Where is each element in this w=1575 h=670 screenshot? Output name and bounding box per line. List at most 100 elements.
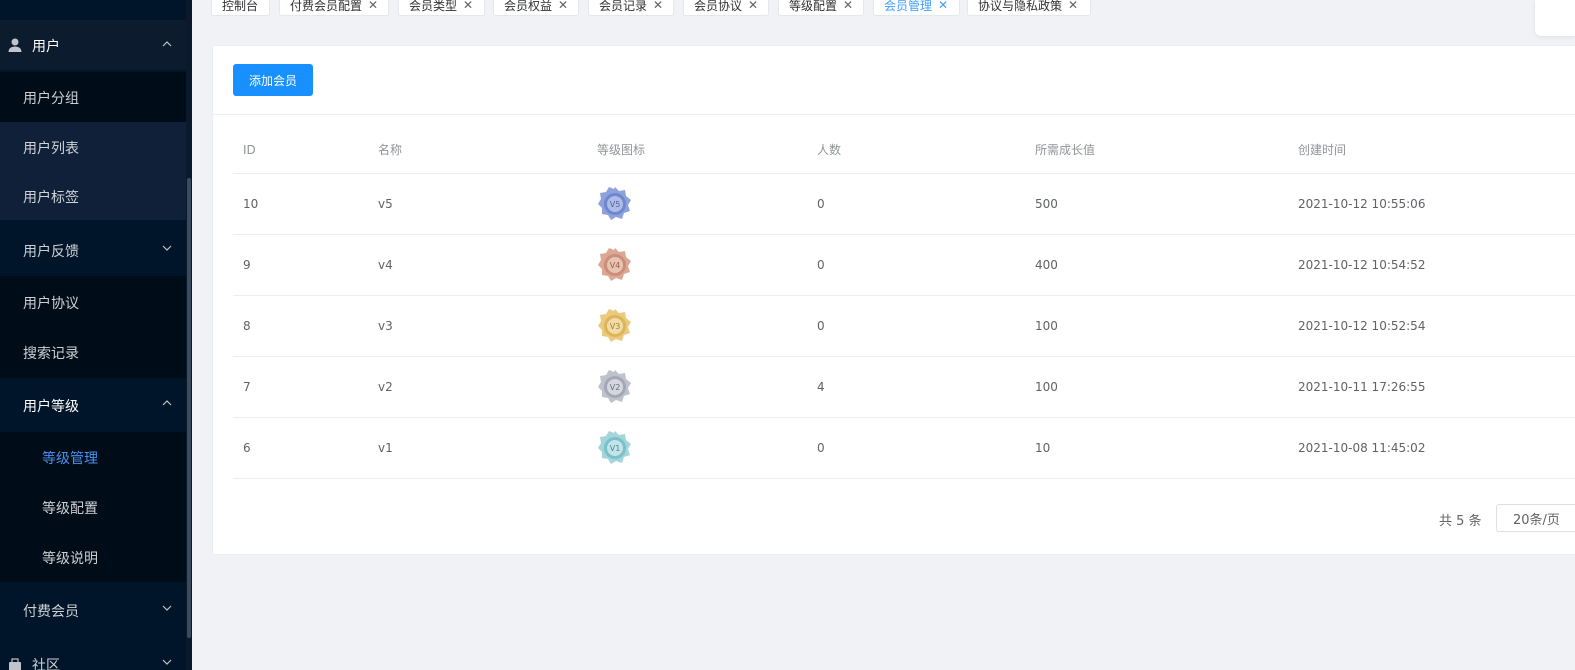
cell-growth: 100 [1035, 380, 1058, 394]
cell-created: 2021-10-11 17:26:55 [1298, 380, 1426, 394]
sidebar-item-user-group[interactable]: 用户分组 [0, 72, 186, 122]
sidebar-group-user-label: 用户 [32, 39, 60, 55]
sidebar-item-level-management[interactable]: 等级管理 [0, 432, 186, 482]
sidebar-item-level-config[interactable]: 等级配置 [0, 482, 186, 532]
cell-id: 8 [243, 319, 251, 333]
sidebar-item-label: 用户标签 [23, 190, 79, 206]
tab-label: 会员类型 [409, 0, 458, 13]
close-icon[interactable]: ✕ [1068, 0, 1078, 12]
tab-agreement-privacy[interactable]: 协议与隐私政策 ✕ [967, 0, 1091, 16]
close-icon[interactable]: ✕ [463, 0, 473, 12]
cell-growth: 400 [1035, 258, 1058, 272]
community-icon [8, 658, 22, 670]
sidebar-item-user-tags[interactable]: 用户标签 [0, 172, 186, 220]
sidebar-item-user-list[interactable]: 用户列表 [0, 122, 186, 172]
level-badge-icon: V3 [597, 296, 633, 356]
tab-label: 会员记录 [599, 0, 648, 13]
header-name: 名称 [378, 143, 403, 157]
chevron-down-icon [162, 658, 172, 666]
table-header: ID 名称 等级图标 人数 所需成长值 创建时间 [233, 126, 1575, 174]
sidebar-group-user-level[interactable]: 用户等级 [0, 380, 186, 430]
svg-text:V1: V1 [610, 444, 621, 453]
cell-id: 6 [243, 441, 251, 455]
member-level-table: ID 名称 等级图标 人数 所需成长值 创建时间 10 v5 V5 0 500 … [233, 126, 1575, 479]
close-icon[interactable]: ✕ [653, 0, 663, 12]
svg-text:V5: V5 [610, 200, 621, 209]
sidebar-group-community[interactable]: 社区 [0, 648, 186, 670]
close-icon[interactable]: ✕ [368, 0, 378, 12]
sidebar-item-search-history[interactable]: 搜索记录 [0, 328, 186, 378]
sidebar-item-label: 付费会员 [23, 604, 79, 620]
cell-count: 0 [817, 319, 825, 333]
level-badge-icon: V5 [597, 174, 633, 234]
cell-count: 4 [817, 380, 825, 394]
tab-member-rights[interactable]: 会员权益 ✕ [493, 0, 579, 16]
level-badge-icon: V2 [597, 357, 633, 417]
tab-label: 会员协议 [694, 0, 743, 13]
svg-text:V2: V2 [610, 383, 621, 392]
close-icon[interactable]: ✕ [748, 0, 758, 12]
close-icon[interactable]: ✕ [843, 0, 853, 12]
cell-growth: 500 [1035, 197, 1058, 211]
sidebar-group-paid-member[interactable]: 付费会员 [0, 584, 186, 636]
sidebar-item-user-feedback[interactable]: 用户反馈 [0, 224, 186, 276]
header-corner-panel [1535, 0, 1575, 36]
close-icon[interactable]: ✕ [558, 0, 568, 12]
tab-member-records[interactable]: 会员记录 ✕ [588, 0, 674, 16]
sidebar-scroll-thumb[interactable] [187, 178, 191, 638]
tab-member-agreement[interactable]: 会员协议 ✕ [683, 0, 769, 16]
close-icon[interactable]: ✕ [938, 0, 948, 12]
header-level-icon: 等级图标 [597, 143, 646, 157]
cell-id: 9 [243, 258, 251, 272]
sidebar-scrollbar[interactable] [186, 0, 192, 670]
sidebar-item-level-description[interactable]: 等级说明 [0, 532, 186, 582]
add-member-button[interactable]: 添加会员 [233, 64, 313, 96]
member-level-card: 添加会员 ID 名称 等级图标 人数 所需成长值 创建时间 10 v5 V5 0… [212, 45, 1575, 555]
cell-id: 7 [243, 380, 251, 394]
user-icon [7, 37, 23, 57]
divider [213, 114, 1575, 115]
table-row[interactable]: 6 v1 V1 0 10 2021-10-08 11:45:02 [233, 418, 1575, 479]
cell-created: 2021-10-12 10:55:06 [1298, 197, 1426, 211]
page-size-select[interactable]: 20条/页 [1496, 504, 1575, 532]
sidebar-item-label: 等级配置 [42, 501, 98, 517]
cell-created: 2021-10-12 10:52:54 [1298, 319, 1426, 333]
page-size-value: 20条/页 [1513, 512, 1560, 528]
svg-text:V4: V4 [610, 261, 621, 270]
table-row[interactable]: 7 v2 V2 4 100 2021-10-11 17:26:55 [233, 357, 1575, 418]
chevron-up-icon [162, 399, 172, 407]
chevron-down-icon [162, 244, 172, 252]
header-count: 人数 [817, 143, 842, 157]
sidebar-group-user[interactable]: 用户 [0, 20, 186, 70]
table-row[interactable]: 10 v5 V5 0 500 2021-10-12 10:55:06 [233, 174, 1575, 235]
cell-growth: 100 [1035, 319, 1058, 333]
table-row[interactable]: 8 v3 V3 0 100 2021-10-12 10:52:54 [233, 296, 1575, 357]
tab-dashboard[interactable]: 控制台 [211, 0, 270, 16]
sidebar-item-label: 等级管理 [42, 451, 98, 467]
chevron-up-icon [162, 40, 172, 48]
cell-created: 2021-10-12 10:54:52 [1298, 258, 1426, 272]
cell-name: v4 [378, 258, 393, 272]
cell-name: v1 [378, 441, 393, 455]
tab-member-type[interactable]: 会员类型 ✕ [398, 0, 485, 16]
cell-created: 2021-10-08 11:45:02 [1298, 441, 1426, 455]
tab-member-management[interactable]: 会员管理 ✕ [873, 0, 960, 16]
sidebar-item-label: 用户列表 [23, 141, 79, 157]
cell-name: v3 [378, 319, 393, 333]
tab-level-config[interactable]: 等级配置 ✕ [778, 0, 864, 16]
tabs-bar: 控制台 付费会员配置 ✕ 会员类型 ✕ 会员权益 ✕ 会员记录 ✕ 会员协议 ✕ 等级配置… [192, 0, 1575, 25]
table-row[interactable]: 9 v4 V4 0 400 2021-10-12 10:54:52 [233, 235, 1575, 296]
chevron-down-icon [162, 604, 172, 612]
tab-paid-member-config[interactable]: 付费会员配置 ✕ [279, 0, 389, 16]
tab-label: 付费会员配置 [290, 0, 363, 13]
tab-label: 控制台 [222, 0, 259, 13]
header-id: ID [243, 142, 256, 157]
cell-id: 10 [243, 197, 259, 211]
sidebar-item-label: 用户反馈 [23, 244, 79, 260]
level-badge-icon: V4 [597, 235, 633, 295]
header-growth: 所需成长值 [1035, 143, 1096, 157]
cell-count: 0 [817, 197, 825, 211]
sidebar-item-user-agreement[interactable]: 用户协议 [0, 276, 186, 328]
sidebar-item-label: 用户协议 [23, 296, 79, 312]
sidebar-item-label: 社区 [32, 658, 60, 670]
